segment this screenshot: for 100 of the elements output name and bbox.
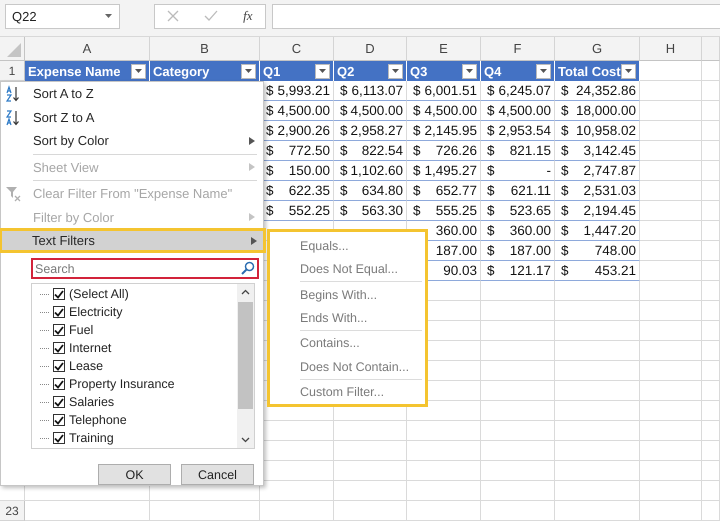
menu-item[interactable]: Custom Filter... xyxy=(270,380,425,404)
checkbox-label[interactable]: Lease xyxy=(69,359,104,374)
column-header[interactable]: A xyxy=(25,37,150,61)
caret-icon xyxy=(135,68,142,74)
menu-item[interactable]: Begins With... xyxy=(270,282,425,306)
search-icon xyxy=(241,261,255,276)
checkbox-label[interactable]: Salaries xyxy=(69,395,114,410)
header-label: Expense Name xyxy=(28,64,120,78)
checkbox-label[interactable]: (Select All) xyxy=(69,287,129,302)
table-cell: $ 453.21 xyxy=(555,261,640,281)
checkbox[interactable] xyxy=(53,324,65,336)
checkbox[interactable] xyxy=(53,288,65,300)
table-cell: $ 121.17 xyxy=(481,261,555,281)
checkbox[interactable] xyxy=(53,378,65,390)
scrollbar[interactable] xyxy=(237,284,254,448)
column-header[interactable]: G xyxy=(555,37,640,61)
table-cell: $ 2,747.87 xyxy=(555,161,640,181)
checkbox[interactable] xyxy=(53,342,65,354)
row-header[interactable]: 23 xyxy=(0,501,25,521)
table-cell: $ 2,194.45 xyxy=(555,201,640,221)
menu-item[interactable]: Text Filters xyxy=(0,228,265,252)
checkbox-label[interactable]: Electricity xyxy=(69,305,122,320)
filter-dropdown-button[interactable] xyxy=(315,64,330,78)
checkbox-label[interactable]: Fuel xyxy=(69,323,94,338)
filter-dropdown-button[interactable] xyxy=(131,64,146,78)
menu-item[interactable]: Sort Z to A xyxy=(1,106,263,129)
caret-icon xyxy=(319,68,326,74)
menu-item[interactable]: Contains... xyxy=(270,332,425,356)
column-header[interactable]: E xyxy=(407,37,481,61)
column-header[interactable]: C xyxy=(260,37,334,61)
caret-icon xyxy=(392,68,399,74)
column-header[interactable]: B xyxy=(150,37,260,61)
table-cell: $ 4,500.00 xyxy=(481,101,555,121)
table-cell: $ 748.00 xyxy=(555,241,640,261)
checkbox-label[interactable]: Telephone xyxy=(69,413,127,428)
table-cell: $ 6,245.07 xyxy=(481,81,555,101)
menu-item[interactable]: Ends With... xyxy=(270,306,425,330)
table-cell: $ 6,001.51 xyxy=(407,81,481,101)
checkbox[interactable] xyxy=(53,306,65,318)
table-cell: $ 2,953.54 xyxy=(481,121,555,141)
ok-button[interactable]: OK xyxy=(98,464,171,485)
table-cell: $ 10,958.02 xyxy=(555,121,640,141)
table-cell: $ 2,531.03 xyxy=(555,181,640,201)
menu-item[interactable]: Does Not Contain... xyxy=(270,355,425,379)
filter-dropdown-button[interactable] xyxy=(621,64,636,78)
menu-item[interactable]: Sort A to Z xyxy=(1,82,263,106)
column-header[interactable]: H xyxy=(640,37,702,61)
caret-icon xyxy=(540,68,547,74)
checkbox[interactable] xyxy=(53,432,65,444)
checkbox[interactable] xyxy=(53,396,65,408)
table-cell: $ 726.26 xyxy=(407,141,481,161)
row-header[interactable]: 1 xyxy=(0,61,25,81)
filter-dropdown-button[interactable] xyxy=(536,64,551,78)
submenu-arrow-icon xyxy=(249,136,255,145)
table-cell: $ 3,142.45 xyxy=(555,141,640,161)
checkbox[interactable] xyxy=(53,414,65,426)
checkbox-label[interactable]: Property Insurance xyxy=(69,377,175,392)
table-cell: $ 187.00 xyxy=(481,241,555,261)
header-label: Q4 xyxy=(484,64,502,78)
search-field[interactable]: Search xyxy=(31,258,259,280)
header-label: Category xyxy=(153,64,210,78)
table-cell: $ 523.65 xyxy=(481,201,555,221)
table-cell: $ 821.15 xyxy=(481,141,555,161)
checkbox-label[interactable]: Internet xyxy=(69,341,112,356)
header-label: Q1 xyxy=(263,64,280,78)
table-cell: $ 4,500.00 xyxy=(407,101,481,121)
caret-icon xyxy=(104,13,113,19)
table-cell: $ 634.80 xyxy=(334,181,407,201)
table-cell: $ 1,447.20 xyxy=(555,221,640,241)
column-header[interactable]: D xyxy=(334,37,407,61)
table-cell: $ 563.30 xyxy=(334,201,407,221)
clear-filter-icon xyxy=(5,184,23,203)
table-cell: $ 1,495.27 xyxy=(407,161,481,181)
submenu-arrow-icon xyxy=(249,213,255,222)
table-cell: $ 360.00 xyxy=(481,221,555,241)
name-box[interactable]: Q22 xyxy=(5,4,120,28)
filter-dropdown-button[interactable] xyxy=(388,64,403,78)
table-cell: $ 621.11 xyxy=(481,181,555,201)
table-cell: $ 1,102.60 xyxy=(334,161,407,181)
table-cell: $ 18,000.00 xyxy=(555,101,640,121)
formula-input-field[interactable] xyxy=(272,4,720,28)
filter-dropdown-button[interactable] xyxy=(241,64,256,78)
table-cell: $ 555.25 xyxy=(407,201,481,221)
checkbox[interactable] xyxy=(53,360,65,372)
table-cell: $ 822.54 xyxy=(334,141,407,161)
table-cell: $ - xyxy=(481,161,555,181)
insert-function-button[interactable]: fx xyxy=(243,8,253,24)
header-label: Total Cost xyxy=(558,64,621,78)
cancel-button[interactable]: Cancel xyxy=(181,464,254,485)
column-header[interactable]: F xyxy=(481,37,555,61)
menu-item[interactable]: Sort by Color xyxy=(1,129,263,152)
table-cell: $ 652.77 xyxy=(407,181,481,201)
checkmark-icon[interactable] xyxy=(204,10,218,22)
submenu-arrow-icon xyxy=(251,236,257,245)
table-cell: $ 2,145.95 xyxy=(407,121,481,141)
checkbox-label[interactable]: Training xyxy=(69,431,114,446)
filter-dropdown-button[interactable] xyxy=(462,64,477,78)
header-label: Q2 xyxy=(337,64,354,78)
table-cell: $ 4,500.00 xyxy=(334,101,407,121)
header-label: Q3 xyxy=(410,64,428,78)
